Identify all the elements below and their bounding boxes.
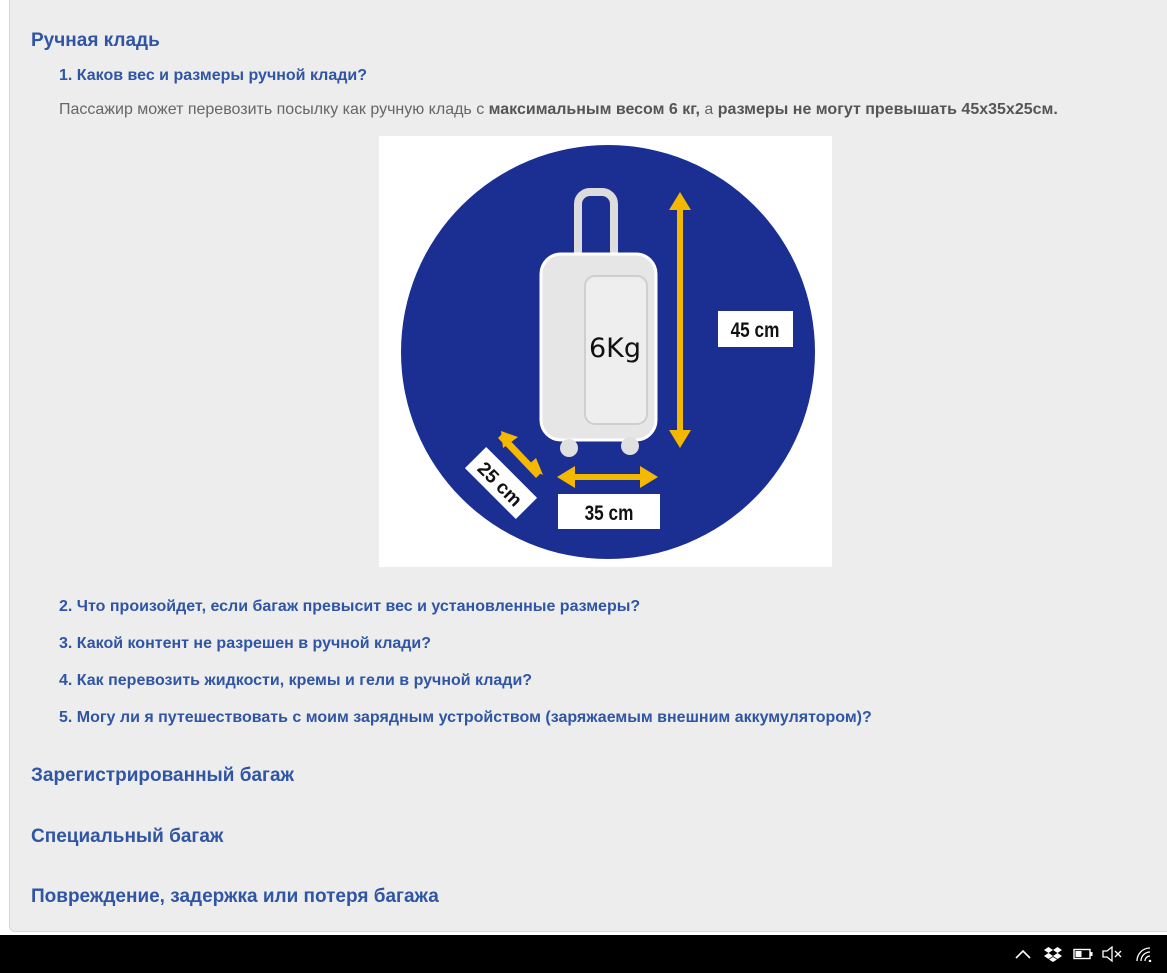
answer-part-1: Пассажир может перевозить посылку как ру… [59, 101, 489, 118]
taskbar [0, 935, 1167, 973]
question-5[interactable]: 5. Могу ли я путешествовать с моим заряд… [59, 709, 872, 727]
battery-icon[interactable] [1072, 935, 1094, 973]
suitcase-wheel-left [560, 439, 578, 457]
luggage-size-illustration: 6Kg 45 cm 35 cm 25 cm [379, 136, 832, 567]
answer-bold-weight: максимальным весом 6 кг, [488, 101, 700, 118]
section-special-baggage[interactable]: Специальный багаж [31, 826, 223, 848]
answer-bold-size: размеры не могут превышать 45x35x25см. [717, 101, 1058, 118]
wifi-icon[interactable] [1132, 935, 1156, 973]
section-checked-baggage[interactable]: Зарегистрированный багаж [31, 765, 294, 787]
luggage-diagram-svg: 6Kg 45 cm 35 cm 25 cm [401, 145, 815, 559]
question-2[interactable]: 2. Что произойдет, если багаж превысит в… [59, 598, 640, 616]
volume-muted-icon[interactable] [1100, 935, 1124, 973]
chevron-up-icon[interactable] [1012, 935, 1034, 973]
weight-label: 6Kg [589, 333, 641, 364]
dropbox-icon[interactable] [1042, 935, 1064, 973]
answer-text: Пассажир может перевозить посылку как ру… [59, 101, 1058, 119]
height-label: 45 cm [731, 320, 780, 343]
suitcase-wheel-right [621, 437, 639, 455]
answer-part-2: а [699, 101, 718, 118]
section-baggage-damage[interactable]: Повреждение, задержка или потеря багажа [31, 886, 439, 908]
width-label: 35 cm [585, 503, 634, 526]
section-hand-luggage[interactable]: Ручная кладь [31, 30, 160, 52]
question-4[interactable]: 4. Как перевозить жидкости, кремы и гели… [59, 672, 532, 690]
question-3[interactable]: 3. Какой контент не разрешен в ручной кл… [59, 635, 431, 653]
question-1[interactable]: 1. Каков вес и размеры ручной клади? [59, 67, 367, 85]
